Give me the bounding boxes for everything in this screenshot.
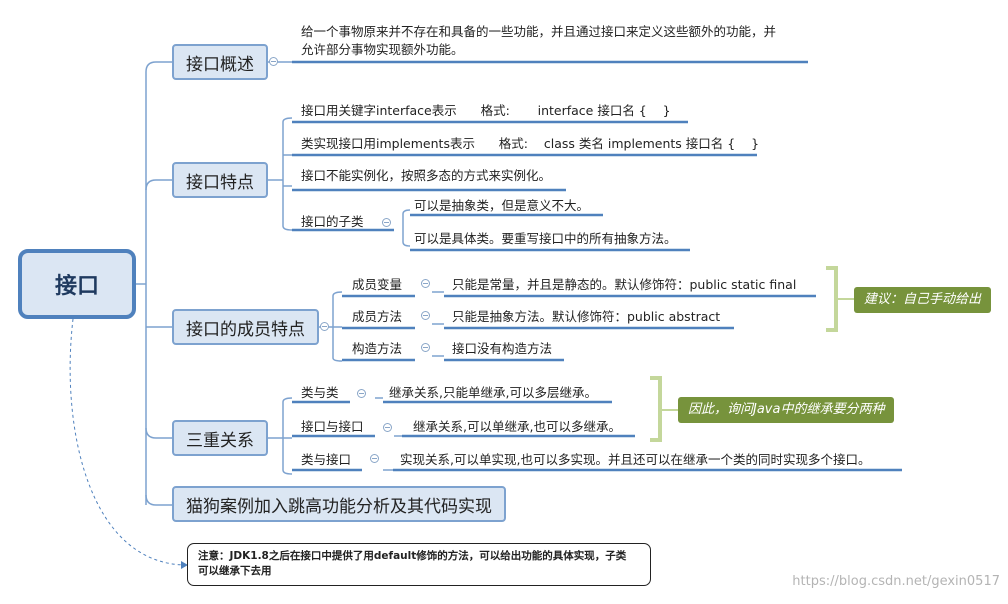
connector-example [145,494,172,506]
features-subclass-abstract: 可以是抽象类，但是意义不大。 [414,198,590,213]
branch-example-label: 猫狗案例加入跳高功能分析及其代码实现 [186,496,492,517]
branch-overview-label: 接口概述 [186,54,254,75]
connector-members-ctor [332,357,343,362]
branch-overview[interactable]: 接口概述 [172,44,268,80]
features-subclass-concrete: 可以是具体类。要重写接口中的所有抽象方法。 [414,231,677,246]
connector-subclass-abstract [402,209,411,215]
root-label: 接口 [54,274,99,299]
members-constructor-label: 构造方法 [352,341,403,356]
features-no-instance: 接口不能实例化，按照多态的方式来实例化。 [301,168,552,183]
connector-subclass-concrete [402,241,411,247]
bracket-members [826,266,838,332]
relations-callout: 因此，询问Java中的继承要分两种 [678,397,895,423]
members-variable-text: 只能是常量，并且是静态的。默认修饰符：public static final [452,277,797,292]
connector-overview [145,61,172,73]
bracket-relations [650,376,662,442]
branch-relations-label: 三重关系 [186,430,254,451]
members-callout: 建议：自己手动给出 [854,287,992,313]
root-node[interactable]: 接口 [18,249,136,319]
branch-features[interactable]: 接口特点 [172,162,268,198]
members-variable-label: 成员变量 [352,277,403,292]
branch-relations[interactable]: 三重关系 [172,420,268,456]
branch-features-label: 接口特点 [186,172,254,193]
branch-members[interactable]: 接口的成员特点 [172,309,319,345]
members-method-label: 成员方法 [352,309,403,324]
connector-rel-classiface [282,469,293,475]
note-box[interactable]: 注意：JDK1.8之后在接口中提供了用default修饰的方法，可以给出功能的具… [187,543,651,586]
relations-class-iface-label: 类与接口 [301,452,352,467]
watermark: https://blog.csdn.net/gexin0517 [792,574,1000,589]
relations-class-iface-text: 实现关系,可以单实现,也可以多实现。并且还可以在继承一个类的同时实现多个接口。 [400,452,871,467]
collapse-members-icon[interactable] [320,322,329,331]
connector-members-var [332,291,343,297]
connector-rel-class [282,397,293,403]
relations-class-class-text: 继承关系,只能单继承,可以多层继承。 [389,385,597,400]
branch-example[interactable]: 猫狗案例加入跳高功能分析及其代码实现 [172,486,506,522]
collapse-method-icon[interactable] [421,311,430,320]
note-line2: 可以继承下去用 [198,565,272,577]
collapse-overview-icon[interactable] [269,57,278,66]
relations-iface-iface-label: 接口与接口 [301,419,364,434]
note-link [69,318,188,566]
relations-iface-iface-text: 继承关系,可以单继承,也可以多继承。 [413,419,621,434]
note-line1: 注意：JDK1.8之后在接口中提供了用default修饰的方法，可以给出功能的具… [198,550,627,562]
collapse-var-icon[interactable] [421,279,430,288]
overview-text-line1: 给一个事物原来并不存在和具备的一些功能，并且通过接口来定义这些额外的功能，并 [301,24,777,39]
features-subclass-label: 接口的子类 [301,214,364,229]
collapse-classiface-icon[interactable] [370,454,379,463]
features-keyword: 接口用关键字interface表示 格式: interface 接口名 { } [301,103,671,118]
collapse-ifaceiface-icon[interactable] [383,423,392,432]
connector-keyword [282,117,293,123]
collapse-ctor-icon[interactable] [421,343,430,352]
connector-relations [145,427,172,439]
members-method-text: 只能是抽象方法。默认修饰符：public abstract [452,309,721,324]
features-implements: 类实现接口用implements表示 格式: class 类名 implemen… [301,136,760,151]
overview-text-line2: 允许部分事物实现额外功能。 [301,42,464,57]
connector-subclass [282,225,293,231]
collapse-subclass-icon[interactable] [382,218,391,227]
connector-features [145,179,172,191]
relations-class-class-label: 类与类 [301,385,339,400]
collapse-classclass-icon[interactable] [357,389,366,398]
branch-members-label: 接口的成员特点 [186,319,305,340]
members-constructor-text: 接口没有构造方法 [452,341,553,356]
